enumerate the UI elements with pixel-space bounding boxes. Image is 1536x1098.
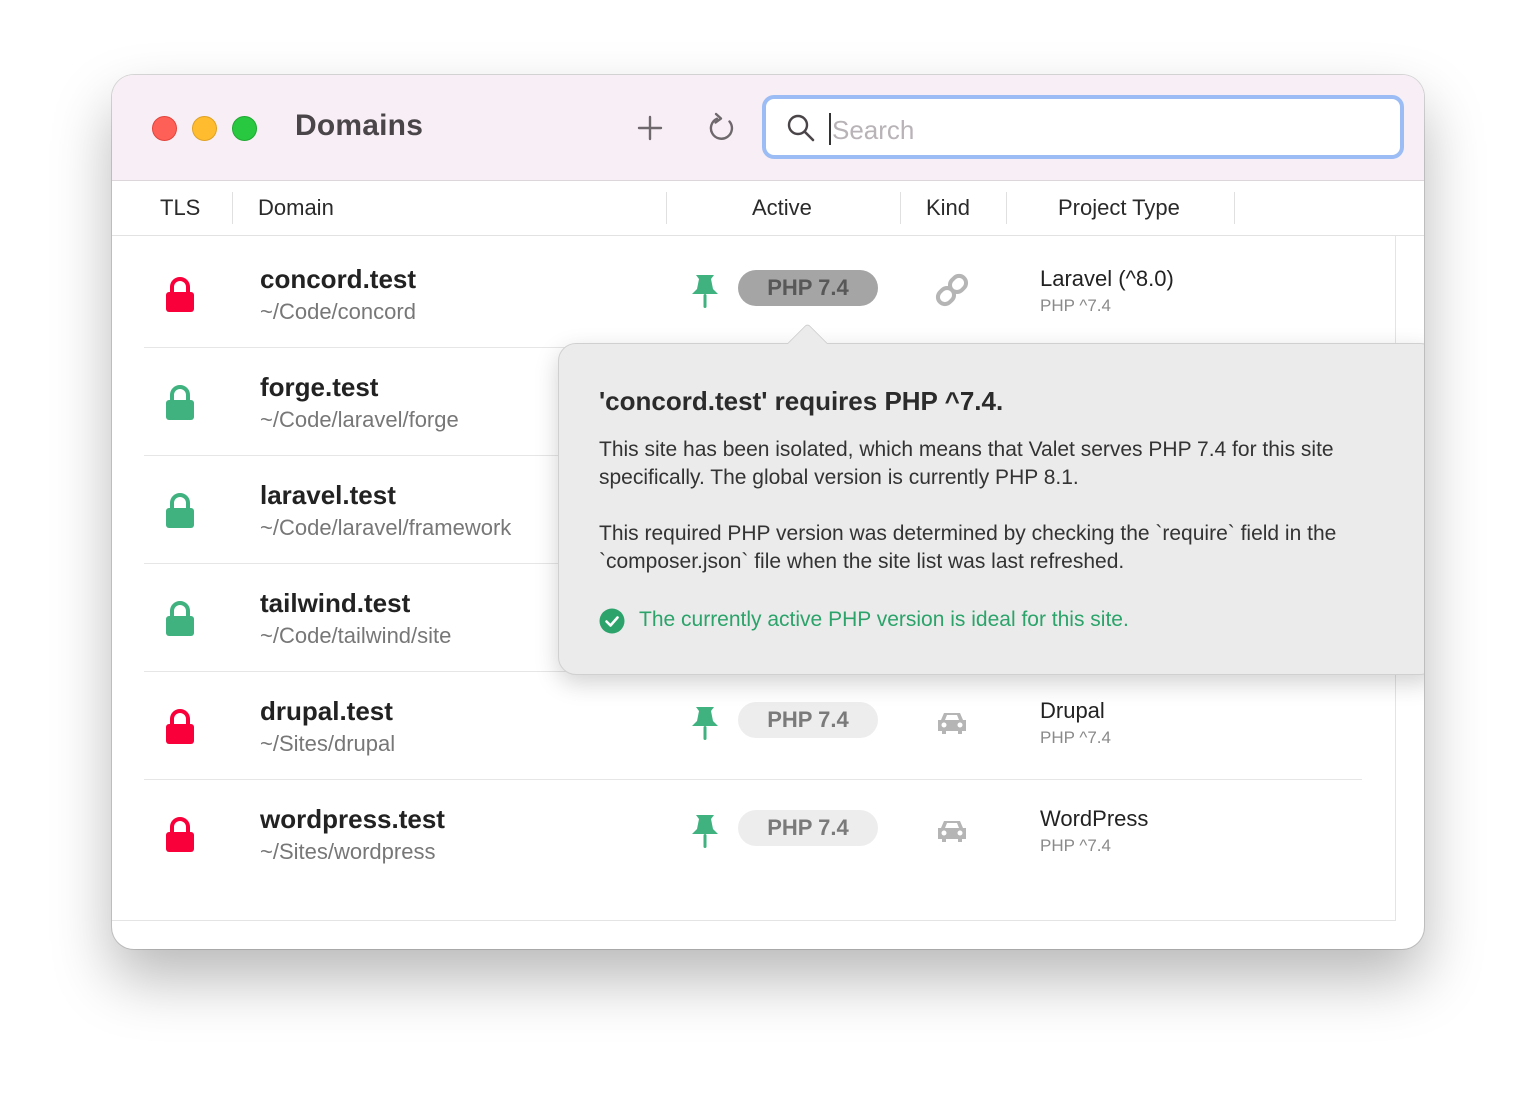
car-icon bbox=[938, 713, 966, 734]
column-separator[interactable] bbox=[900, 192, 901, 224]
search-input[interactable] bbox=[830, 109, 1374, 151]
link-icon bbox=[935, 273, 969, 307]
domain-path: ~/Code/laravel/forge bbox=[260, 407, 459, 432]
minimize-window-button[interactable] bbox=[192, 116, 217, 141]
table-header: TLS Domain Active Kind Project Type bbox=[112, 181, 1424, 236]
window-title: Domains bbox=[295, 109, 424, 142]
php-requirement: PHP ^7.4 bbox=[1040, 296, 1111, 315]
domain-name: concord.test bbox=[260, 264, 417, 294]
column-header-tls[interactable]: TLS bbox=[160, 195, 200, 221]
refresh-button[interactable] bbox=[702, 108, 742, 148]
column-separator[interactable] bbox=[666, 192, 667, 224]
popover-paragraph: This required PHP version was determined… bbox=[599, 522, 1337, 573]
column-separator[interactable] bbox=[1006, 192, 1007, 224]
domain-name: laravel.test bbox=[260, 480, 396, 510]
popover-paragraph: This site has been isolated, which means… bbox=[599, 438, 1334, 489]
search-field[interactable] bbox=[762, 95, 1404, 159]
add-domain-button[interactable] bbox=[630, 108, 670, 148]
titlebar: Domains bbox=[112, 75, 1424, 181]
lock-closed-icon bbox=[166, 817, 194, 852]
lock-secure-icon bbox=[166, 601, 194, 636]
search-icon bbox=[787, 114, 815, 142]
domain-path: ~/Sites/drupal bbox=[260, 731, 396, 756]
domain-path: ~/Code/concord bbox=[260, 299, 416, 324]
column-header-kind[interactable]: Kind bbox=[926, 195, 970, 221]
table-row[interactable]: concord.test ~/Code/concord PHP 7.4 Lara… bbox=[144, 240, 1362, 348]
lock-closed-icon bbox=[166, 709, 194, 744]
table-row[interactable]: drupal.test ~/Sites/drupal PHP 7.4 Drupa… bbox=[144, 672, 1362, 780]
car-icon bbox=[938, 821, 966, 842]
refresh-icon bbox=[709, 112, 734, 140]
domain-name: wordpress.test bbox=[260, 804, 445, 834]
domain-name: forge.test bbox=[260, 372, 379, 402]
php-requirement: PHP ^7.4 bbox=[1040, 728, 1111, 747]
column-header-project-type[interactable]: Project Type bbox=[1058, 195, 1180, 221]
pin-icon[interactable] bbox=[690, 704, 720, 742]
status-message: The currently active PHP version is idea… bbox=[639, 608, 1129, 631]
zoom-window-button[interactable] bbox=[232, 116, 257, 141]
pin-icon[interactable] bbox=[690, 272, 720, 310]
project-type: Drupal bbox=[1040, 698, 1105, 723]
project-type: Laravel (^8.0) bbox=[1040, 266, 1174, 291]
domain-name: tailwind.test bbox=[260, 588, 411, 618]
domain-path: ~/Code/tailwind/site bbox=[260, 623, 452, 648]
php-requirement: PHP ^7.4 bbox=[1040, 836, 1111, 855]
lock-secure-icon bbox=[166, 493, 194, 528]
php-version-badge[interactable]: PHP 7.4 bbox=[738, 702, 878, 738]
column-separator[interactable] bbox=[232, 192, 233, 224]
plus-icon bbox=[637, 115, 663, 141]
domain-name: drupal.test bbox=[260, 696, 393, 726]
close-window-button[interactable] bbox=[152, 116, 177, 141]
domain-path: ~/Code/laravel/framework bbox=[260, 515, 512, 540]
php-version-badge[interactable]: PHP 7.4 bbox=[738, 270, 878, 306]
pin-icon[interactable] bbox=[690, 812, 720, 850]
php-info-popover: 'concord.test' requires PHP ^7.4. This s… bbox=[558, 322, 1424, 675]
column-header-active[interactable]: Active bbox=[752, 195, 812, 221]
php-version-badge[interactable]: PHP 7.4 bbox=[738, 810, 878, 846]
checkmark-circle-icon bbox=[599, 608, 625, 634]
lock-secure-icon bbox=[166, 385, 194, 420]
app-window: Domains TLS Domain Active Kin bbox=[112, 75, 1424, 949]
popover-title: 'concord.test' requires PHP ^7.4. bbox=[599, 386, 1004, 416]
project-type: WordPress bbox=[1040, 806, 1149, 831]
table-row[interactable]: wordpress.test ~/Sites/wordpress PHP 7.4… bbox=[144, 780, 1362, 888]
domain-path: ~/Sites/wordpress bbox=[260, 839, 436, 864]
column-header-domain[interactable]: Domain bbox=[258, 195, 334, 221]
column-separator[interactable] bbox=[1234, 192, 1235, 224]
lock-closed-icon bbox=[166, 277, 194, 312]
